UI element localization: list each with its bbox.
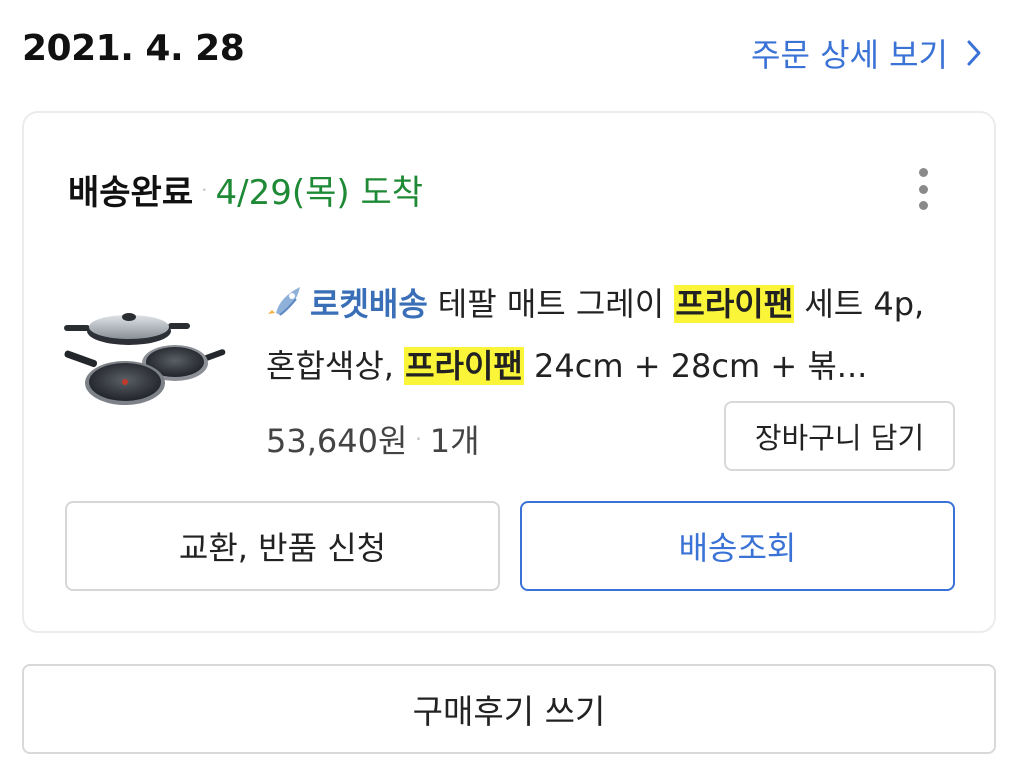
highlighted-keyword: 프라이팬: [674, 285, 795, 323]
product-price: 53,640원: [266, 422, 408, 460]
product-quantity: 1개: [429, 422, 480, 460]
track-delivery-button[interactable]: 배송조회: [520, 501, 955, 591]
more-vertical-icon[interactable]: [916, 168, 930, 210]
order-detail-link[interactable]: 주문 상세 보기: [751, 30, 982, 76]
status-separator: ·: [201, 177, 208, 202]
arrival-date: 4/29(목) 도착: [215, 173, 424, 213]
highlighted-keyword: 프라이팬: [404, 347, 524, 385]
exchange-return-button[interactable]: 교환, 반품 신청: [65, 501, 500, 591]
price-separator: ·: [415, 427, 422, 451]
product-image[interactable]: [62, 303, 227, 408]
order-detail-link-label: 주문 상세 보기: [751, 36, 948, 74]
order-card: 배송완료 · 4/29(목) 도착 로켓배송 테팔 매트 그레이 프라이팬 세트…: [22, 111, 996, 633]
delivery-status-row: 배송완료 · 4/29(목) 도착: [68, 165, 423, 214]
product-title[interactable]: 로켓배송 테팔 매트 그레이 프라이팬 세트 4p, 혼합색상, 프라이팬 24c…: [266, 273, 956, 397]
price-quantity-row: 53,640원 · 1개: [266, 416, 480, 462]
order-date: 2021. 4. 28: [22, 28, 245, 69]
delivery-status: 배송완료: [68, 173, 194, 213]
write-review-button[interactable]: 구매후기 쓰기: [22, 664, 996, 754]
order-header: 2021. 4. 28 주문 상세 보기: [22, 22, 982, 82]
rocket-delivery-badge: 로켓배송: [310, 285, 428, 323]
chevron-right-icon: [967, 40, 981, 66]
product-title-text: 24cm + 28cm + 볶...: [523, 347, 868, 385]
add-to-cart-button[interactable]: 장바구니 담기: [724, 401, 955, 471]
product-title-text: 테팔 매트 그레이: [437, 285, 675, 323]
rocket-icon: [268, 287, 300, 319]
